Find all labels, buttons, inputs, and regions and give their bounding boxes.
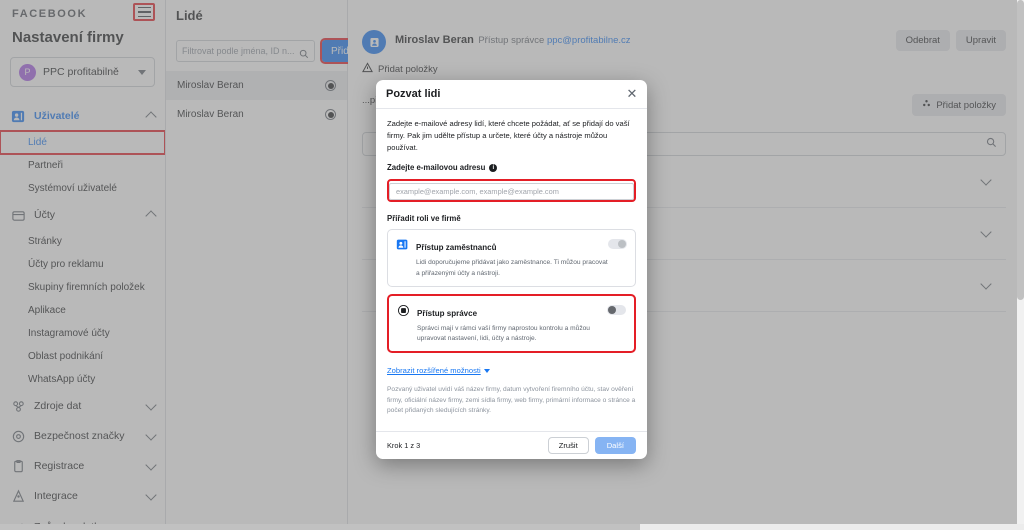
scrollbar-thumb[interactable] xyxy=(1017,0,1024,300)
step-indicator: Krok 1 z 3 xyxy=(387,440,421,450)
close-icon[interactable]: ✕ xyxy=(625,87,639,101)
modal-header: Pozvat lidi ✕ xyxy=(376,80,647,109)
toggle-knob xyxy=(618,240,626,249)
chevron-down-icon xyxy=(483,368,490,373)
role-card-admin[interactable]: Přístup správce Správci mají v rámci vaš… xyxy=(387,293,636,354)
scrollbar-thumb[interactable] xyxy=(0,524,640,530)
invite-people-modal: Pozvat lidi ✕ Zadejte e-mailové adresy l… xyxy=(376,80,647,459)
email-field-label: Zadejte e-mailovou adresu i xyxy=(387,163,636,172)
email-field-highlight xyxy=(387,179,636,203)
next-button[interactable]: Další xyxy=(594,436,636,454)
info-icon[interactable]: i xyxy=(489,163,498,172)
show-advanced-options-link[interactable]: Zobrazit rozšířené možnosti xyxy=(387,366,490,375)
cancel-button[interactable]: Zrušit xyxy=(547,436,589,454)
advanced-note: Pozvaný uživatel uvidí váš název firmy, … xyxy=(387,386,636,415)
role-toggle-employee[interactable] xyxy=(608,239,627,250)
admin-icon xyxy=(397,304,410,317)
modal-title: Pozvat lidi xyxy=(386,88,441,100)
role-text-admin: Přístup správce Správci mají v rámci vaš… xyxy=(417,303,607,344)
modal-body: Zadejte e-mailové adresy lidí, které chc… xyxy=(376,109,647,421)
role-description: Správci mají v rámci vaší firmy naprosto… xyxy=(417,324,590,342)
toggle-knob xyxy=(608,305,616,314)
email-field[interactable] xyxy=(389,183,634,201)
role-toggle-admin[interactable] xyxy=(607,304,626,315)
employee-icon xyxy=(396,238,409,251)
modal-description: Zadejte e-mailové adresy lidí, které chc… xyxy=(387,119,630,152)
role-title: Přístup správce xyxy=(417,308,478,318)
role-card-employee[interactable]: Přístup zaměstnanců Lidi doporučujeme př… xyxy=(387,229,636,287)
app-root: FACEBOOK Nastavení firmy P PPC profitabi… xyxy=(0,0,1024,530)
horizontal-scrollbar[interactable] xyxy=(0,524,1024,530)
advanced-link-text: Zobrazit rozšířené možnosti xyxy=(387,366,481,376)
role-title: Přístup zaměstnanců xyxy=(416,243,497,253)
email-label-text: Zadejte e-mailovou adresu xyxy=(387,163,486,173)
role-description: Lidi doporučujeme přidávat jako zaměstna… xyxy=(416,259,608,277)
vertical-scrollbar[interactable] xyxy=(1017,0,1024,530)
role-text-employee: Přístup zaměstnanců Lidi doporučujeme př… xyxy=(416,237,608,278)
roles-heading: Přiřadit roli ve firmě xyxy=(387,214,461,224)
modal-footer: Krok 1 z 3 Zrušit Další xyxy=(376,430,647,459)
